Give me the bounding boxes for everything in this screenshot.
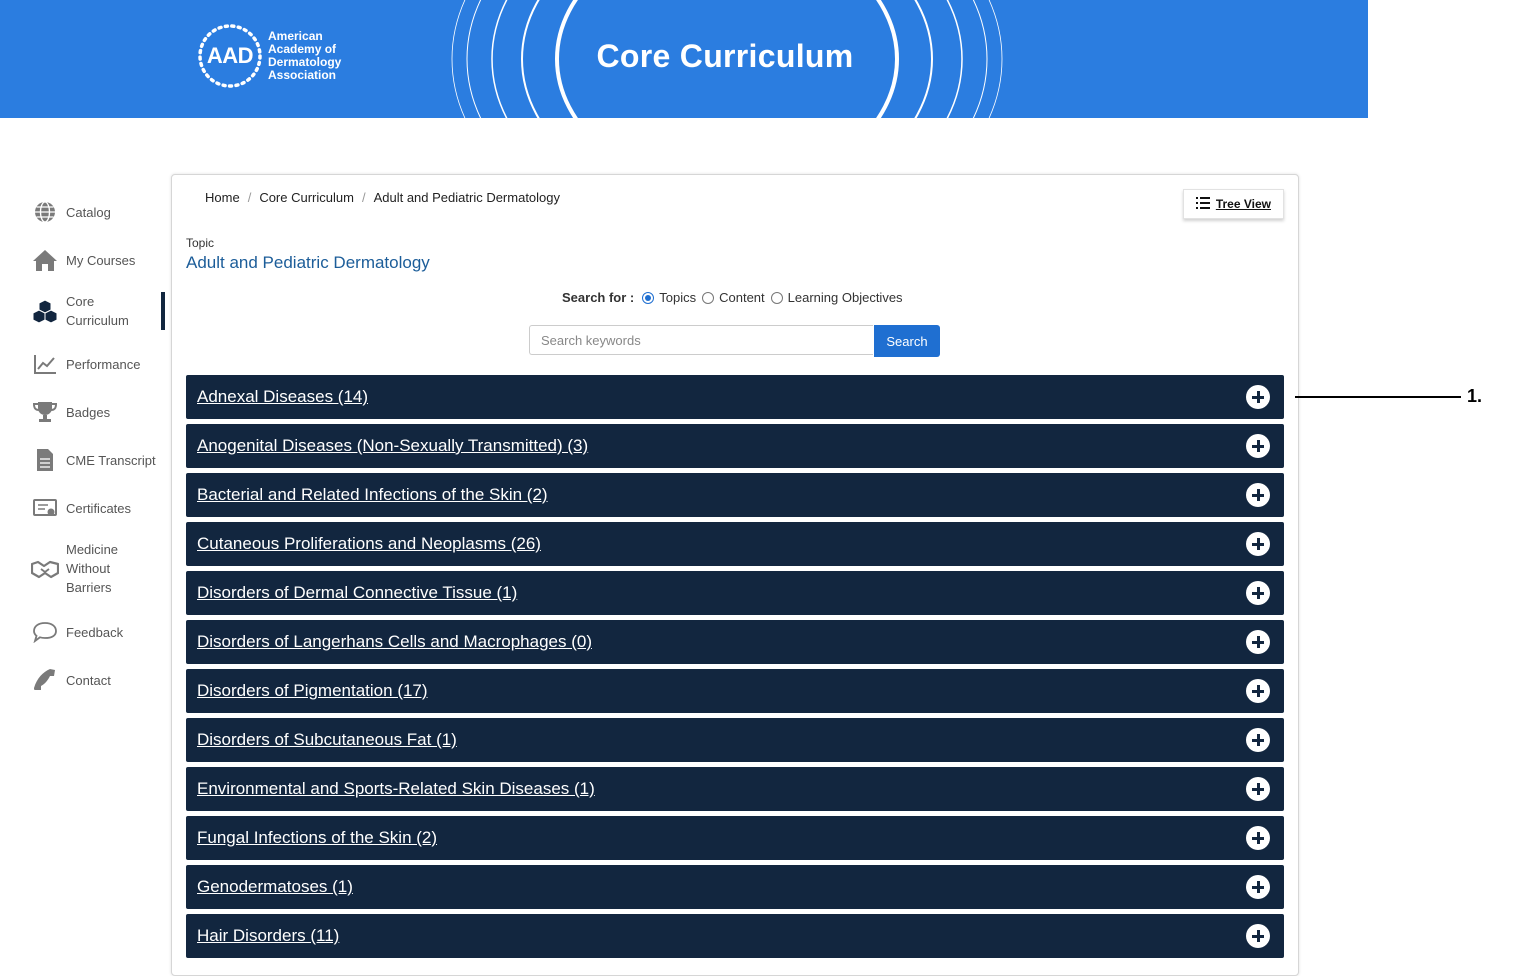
topic-link[interactable]: Hair Disorders (11) <box>197 926 339 946</box>
expand-plus-icon[interactable] <box>1246 581 1270 605</box>
breadcrumb: Home / Core Curriculum / Adult and Pedia… <box>205 190 560 205</box>
sidebar-item-my-courses[interactable]: My Courses <box>30 246 165 274</box>
sidebar-item-contact[interactable]: Contact <box>30 666 165 694</box>
sidebar-item-performance[interactable]: Performance <box>30 350 165 378</box>
sidebar-item-catalog[interactable]: Catalog <box>30 198 165 226</box>
breadcrumb-home[interactable]: Home <box>205 190 240 205</box>
speech-bubble-icon <box>30 618 60 646</box>
topic-row[interactable]: Cutaneous Proliferations and Neoplasms (… <box>186 522 1284 566</box>
aad-logo[interactable]: AAD American Academy of Dermatology Asso… <box>196 22 341 90</box>
sidebar-item-label: Certificates <box>66 500 132 516</box>
header-banner: AAD American Academy of Dermatology Asso… <box>0 0 1368 118</box>
sidebar-item-label: Medicine Without Barriers <box>66 542 119 595</box>
line-chart-icon <box>30 350 60 378</box>
sidebar-item-badges[interactable]: Badges <box>30 398 165 426</box>
radio-content[interactable] <box>702 291 715 304</box>
sidebar-item-cme-transcript[interactable]: CME Transcript <box>30 446 165 474</box>
sidebar-item-medicine-without-barriers[interactable]: Medicine Without Barriers <box>30 540 165 597</box>
topic-row[interactable]: Disorders of Langerhans Cells and Macrop… <box>186 620 1284 664</box>
expand-plus-icon[interactable] <box>1246 483 1270 507</box>
topic-link[interactable]: Adnexal Diseases (14) <box>197 387 368 407</box>
sidebar-item-label: Core Curriculum <box>66 294 129 328</box>
expand-plus-icon[interactable] <box>1246 385 1270 409</box>
sidebar-item-label: My Courses <box>66 252 136 268</box>
search-button[interactable]: Search <box>874 325 940 357</box>
topic-link[interactable]: Cutaneous Proliferations and Neoplasms (… <box>197 534 541 554</box>
radio-learning-objectives-label[interactable]: Learning Objectives <box>788 290 903 305</box>
logo-mark: AAD <box>196 22 264 90</box>
tree-view-label: Tree View <box>1215 197 1271 211</box>
expand-plus-icon[interactable] <box>1246 434 1270 458</box>
topic-row[interactable]: Bacterial and Related Infections of the … <box>186 473 1284 517</box>
trophy-icon <box>30 398 60 426</box>
logo-wordmark: American Academy of Dermatology Associat… <box>268 30 341 82</box>
sidebar-item-label: Catalog <box>66 204 111 220</box>
expand-plus-icon[interactable] <box>1246 924 1270 948</box>
topic-link[interactable]: Bacterial and Related Infections of the … <box>197 485 548 505</box>
logo-mark-text: AAD <box>206 43 254 68</box>
search-input[interactable] <box>529 325 873 355</box>
radio-topics-label[interactable]: Topics <box>659 290 696 305</box>
sidebar-item-certificates[interactable]: Certificates <box>30 494 165 522</box>
topic-link[interactable]: Fungal Infections of the Skin (2) <box>197 828 437 848</box>
topic-row[interactable]: Adnexal Diseases (14) <box>186 375 1284 419</box>
radio-content-label[interactable]: Content <box>719 290 765 305</box>
page-title: Adult and Pediatric Dermatology <box>186 253 430 272</box>
topic-row[interactable]: Environmental and Sports-Related Skin Di… <box>186 767 1284 811</box>
topic-row[interactable]: Anogenital Diseases (Non-Sexually Transm… <box>186 424 1284 468</box>
main-content-card: Home / Core Curriculum / Adult and Pedia… <box>171 174 1299 976</box>
tree-view-button[interactable]: Tree View <box>1182 189 1284 219</box>
topic-row[interactable]: Genodermatoses (1) <box>186 865 1284 909</box>
breadcrumb-separator: / <box>247 190 252 205</box>
sidebar-item-label: Performance <box>66 356 141 372</box>
phone-icon <box>30 666 60 694</box>
sidebar-item-label: Feedback <box>66 624 124 640</box>
cubes-icon <box>30 297 60 325</box>
callout-leader-line <box>1295 396 1461 398</box>
expand-plus-icon[interactable] <box>1246 679 1270 703</box>
topic-row[interactable]: Disorders of Pigmentation (17) <box>186 669 1284 713</box>
radio-learning-objectives[interactable] <box>770 291 783 304</box>
expand-plus-icon[interactable] <box>1246 875 1270 899</box>
expand-plus-icon[interactable] <box>1246 728 1270 752</box>
home-icon <box>30 246 60 274</box>
search-for-label: Search for : <box>562 290 635 305</box>
topic-link[interactable]: Disorders of Subcutaneous Fat (1) <box>197 730 457 750</box>
topic-row[interactable]: Hair Disorders (11) <box>186 914 1284 958</box>
topic-row[interactable]: Disorders of Dermal Connective Tissue (1… <box>186 571 1284 615</box>
topic-row[interactable]: Fungal Infections of the Skin (2) <box>186 816 1284 860</box>
list-icon <box>1195 196 1210 212</box>
topic-label: Topic <box>186 236 215 250</box>
logo-line: Association <box>268 68 337 82</box>
handshake-icon <box>30 555 60 583</box>
expand-plus-icon[interactable] <box>1246 826 1270 850</box>
sidebar-item-label: Badges <box>66 404 111 420</box>
topic-row[interactable]: Disorders of Subcutaneous Fat (1) <box>186 718 1284 762</box>
expand-plus-icon[interactable] <box>1246 532 1270 556</box>
radio-topics[interactable] <box>642 291 655 304</box>
topic-link[interactable]: Genodermatoses (1) <box>197 877 353 897</box>
topic-link[interactable]: Environmental and Sports-Related Skin Di… <box>197 779 595 799</box>
breadcrumb-core-curriculum[interactable]: Core Curriculum <box>259 190 354 205</box>
document-icon <box>30 446 60 474</box>
topic-link[interactable]: Disorders of Dermal Connective Tissue (1… <box>197 583 517 603</box>
sidebar-item-label: Contact <box>66 672 111 688</box>
topic-link[interactable]: Disorders of Pigmentation (17) <box>197 681 428 701</box>
topic-link[interactable]: Disorders of Langerhans Cells and Macrop… <box>197 632 592 652</box>
topic-link[interactable]: Anogenital Diseases (Non-Sexually Transm… <box>197 436 588 456</box>
expand-plus-icon[interactable] <box>1246 777 1270 801</box>
sidebar-item-label: CME Transcript <box>66 452 156 468</box>
banner-title: Core Curriculum <box>596 38 854 74</box>
globe-icon <box>30 198 60 226</box>
breadcrumb-current: Adult and Pediatric Dermatology <box>373 190 561 205</box>
search-scope-options: Search for : Topics Content Learning Obj… <box>562 290 907 305</box>
sidebar-active-indicator <box>161 292 165 330</box>
sidebar-item-feedback[interactable]: Feedback <box>30 618 165 646</box>
callout-number: 1. <box>1467 386 1483 406</box>
breadcrumb-separator: / <box>361 190 366 205</box>
sidebar-item-core-curriculum[interactable]: Core Curriculum <box>30 292 165 330</box>
expand-plus-icon[interactable] <box>1246 630 1270 654</box>
certificate-icon <box>30 494 60 522</box>
